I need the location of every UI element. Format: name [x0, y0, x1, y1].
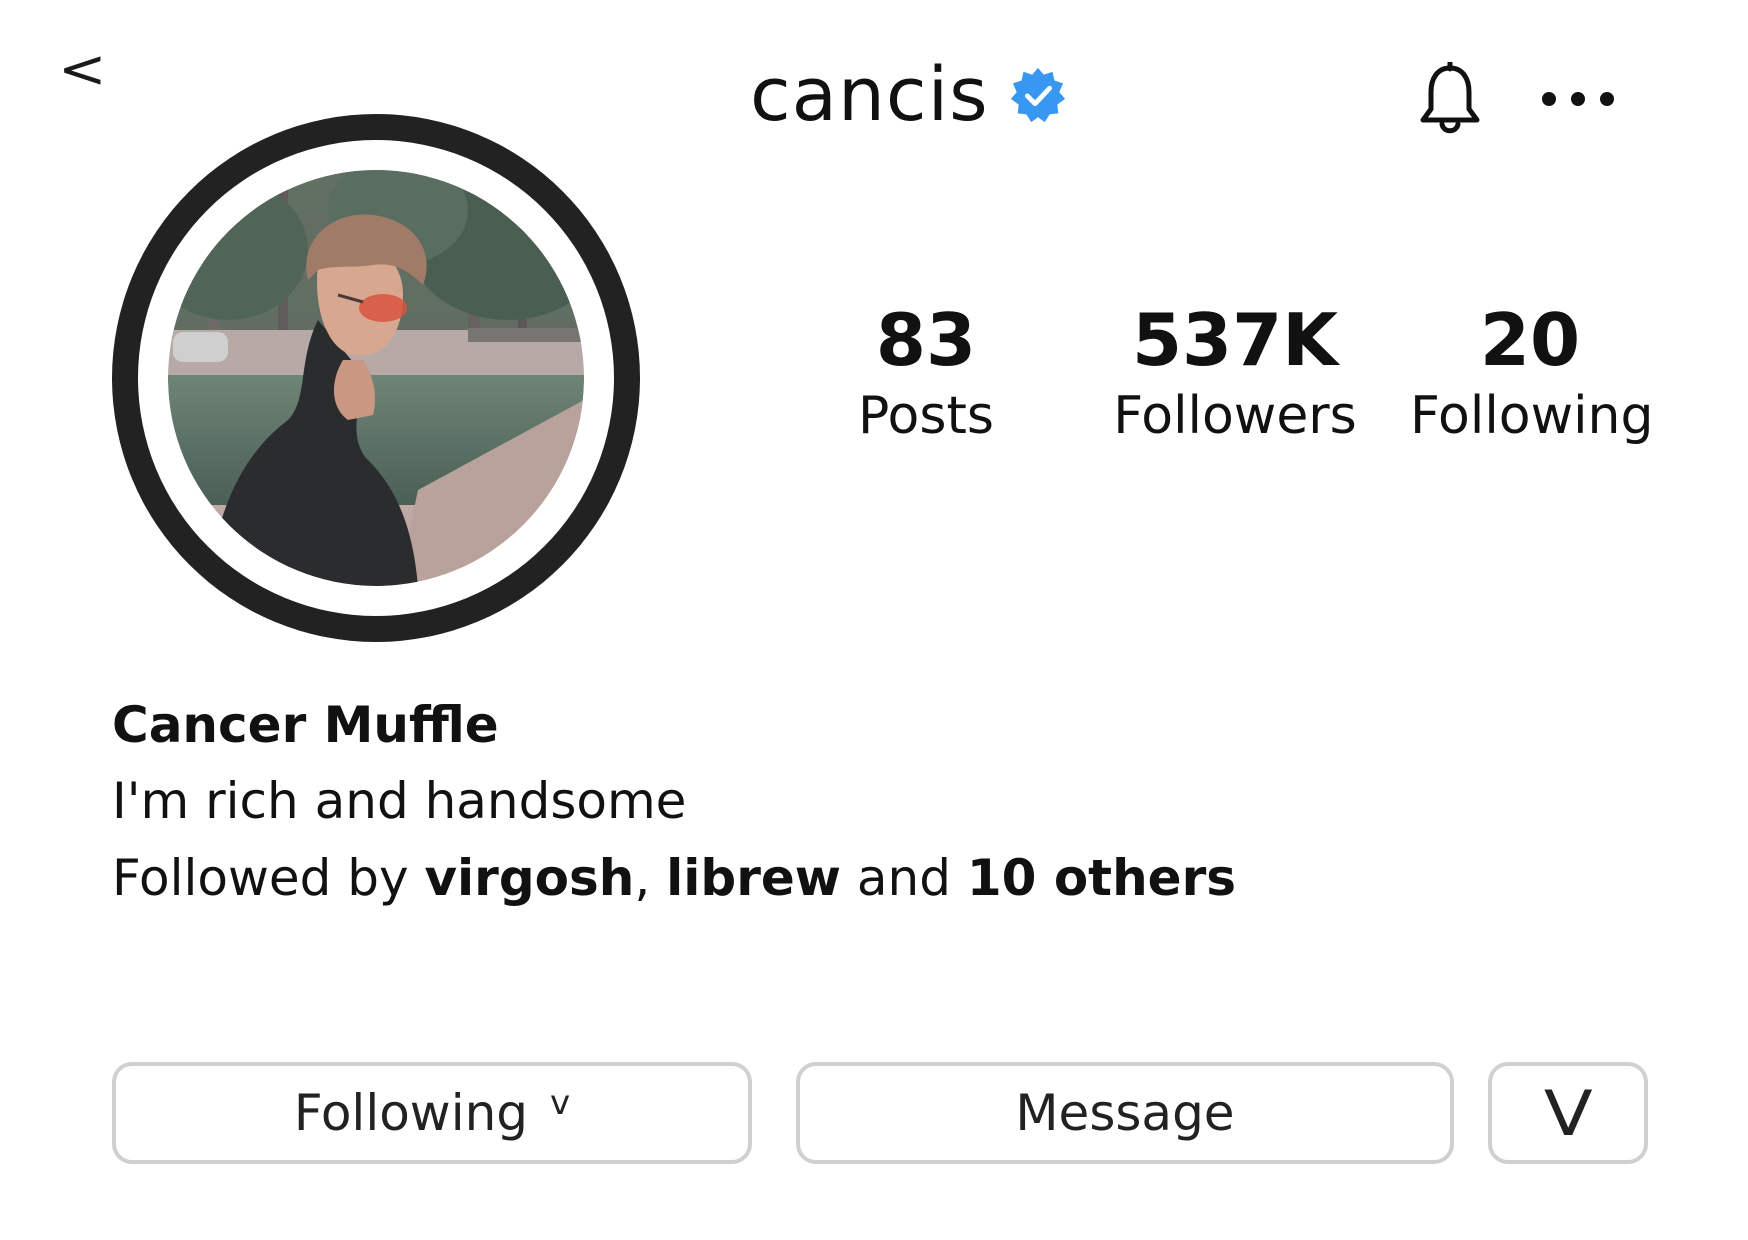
more-icon[interactable] [1538, 88, 1618, 110]
followed-by-separator: , [634, 849, 667, 907]
followers-count: 537K [1131, 298, 1339, 382]
followed-by-others[interactable]: 10 others [967, 849, 1236, 907]
back-button[interactable]: < [58, 43, 107, 95]
chevron-down-icon: V [1543, 1076, 1593, 1150]
followed-by-connector: and [840, 849, 967, 907]
profile-header: cancis [750, 58, 1067, 132]
posts-count: 83 [875, 298, 977, 382]
posts-stat[interactable]: 83 Posts [846, 304, 1006, 442]
display-name: Cancer Muffle [112, 696, 499, 754]
following-label: Following [1410, 386, 1654, 446]
posts-label: Posts [858, 386, 994, 446]
avatar[interactable] [168, 170, 584, 586]
suggested-accounts-button[interactable]: V [1488, 1062, 1648, 1164]
followed-by-user-2[interactable]: librew [666, 849, 841, 907]
followed-by[interactable]: Followed by virgosh, librew and 10 other… [112, 853, 1236, 903]
chevron-down-icon: v [550, 1083, 571, 1123]
bio: I'm rich and handsome [112, 772, 687, 830]
followed-by-user-1[interactable]: virgosh [424, 849, 634, 907]
verified-icon [1010, 67, 1065, 123]
followers-stat[interactable]: 537K Followers [1110, 304, 1360, 442]
followed-by-prefix: Followed by [112, 849, 425, 907]
bell-icon[interactable] [1418, 62, 1482, 140]
following-stat[interactable]: 20 Following [1410, 298, 1654, 446]
following-button-label: Following [293, 1084, 529, 1142]
username: cancis [750, 52, 989, 138]
followers-label: Followers [1113, 386, 1357, 446]
message-button[interactable]: Message [796, 1062, 1454, 1164]
avatar-ring[interactable] [112, 114, 640, 642]
following-button[interactable]: Following v [112, 1062, 752, 1164]
message-button-label: Message [1015, 1084, 1235, 1142]
following-count: 20 [1479, 298, 1581, 382]
